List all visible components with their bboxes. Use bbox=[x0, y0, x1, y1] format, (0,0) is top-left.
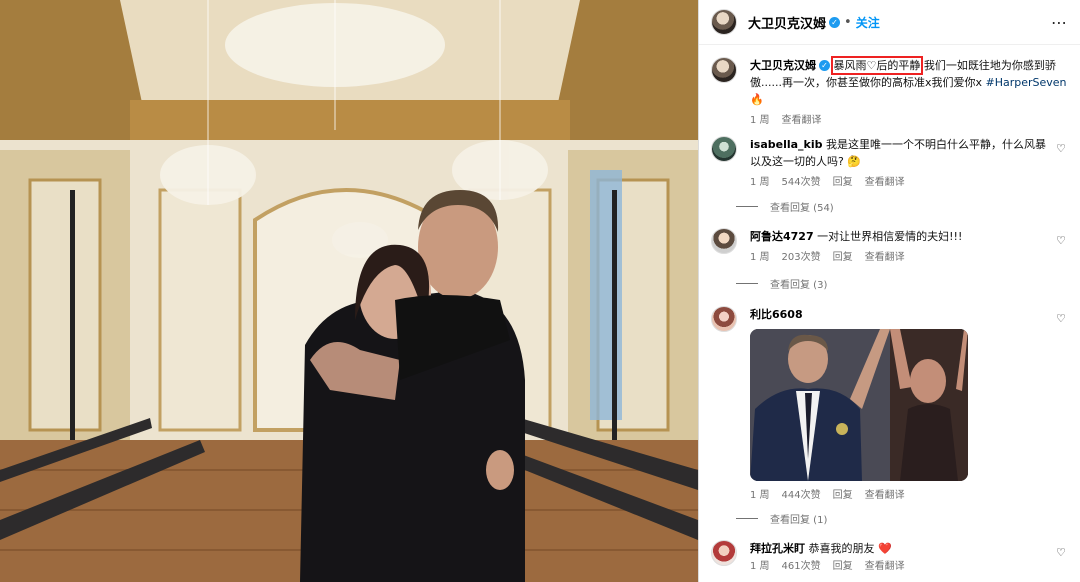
reply-button[interactable]: 回复 bbox=[833, 177, 853, 188]
verified-icon: ✓ bbox=[829, 16, 841, 28]
comment-username[interactable]: 拜拉孔米盯 bbox=[750, 542, 805, 555]
like-heart-icon[interactable]: ♡ bbox=[1056, 312, 1068, 325]
caption-avatar[interactable] bbox=[711, 57, 737, 83]
reply-button[interactable]: 回复 bbox=[833, 561, 853, 572]
replies-line bbox=[736, 206, 758, 207]
red-heart-emoji: ❤️ bbox=[878, 542, 892, 555]
author-avatar[interactable] bbox=[711, 9, 737, 35]
caption-highlight-text: 暴风雨♡后的平静 bbox=[830, 56, 924, 75]
comment-meta: 1 周 444次赞 回复 查看翻译 bbox=[750, 487, 1068, 504]
comment-username[interactable]: isabella_kib bbox=[750, 138, 823, 151]
comment-item: isabella_kib 我是这里唯一一个不明白什么平静，什么风暴以及这一切的人… bbox=[711, 136, 1068, 191]
comment-item: 阿鲁达4727 一对让世界相信爱情的夫妇!!! 1 周 203次赞 回复 查看翻译 ♡ bbox=[711, 228, 1068, 266]
view-replies-button[interactable]: 查看回复 (54) bbox=[736, 199, 834, 214]
caption-time: 1 周 bbox=[750, 115, 770, 126]
separator-dot: • bbox=[844, 14, 852, 30]
commenter-avatar[interactable] bbox=[711, 136, 737, 162]
translate-link[interactable]: 查看翻译 bbox=[865, 490, 905, 501]
comment-meta: 1 周 203次赞 回复 查看翻译 bbox=[750, 249, 1068, 266]
comment-time: 1 周 bbox=[750, 177, 770, 188]
author-username[interactable]: 大卫贝克汉姆 bbox=[748, 13, 826, 32]
comment-text: 恭喜我的朋友 bbox=[808, 542, 875, 555]
gif-scene bbox=[750, 329, 968, 481]
comment-meta: 1 周 461次赞 回复 查看翻译 bbox=[750, 558, 1068, 575]
view-replies-label[interactable]: 查看回复 (54) bbox=[770, 199, 834, 214]
comments-panel: 大卫贝克汉姆 ✓ • 关注 ⋯ 大卫贝克汉姆 ✓ 暴风雨♡后的平静 我们一如既往地… bbox=[698, 0, 1080, 582]
comment-likes[interactable]: 461次赞 bbox=[782, 561, 821, 572]
view-replies-button[interactable]: 查看回复 (3) bbox=[736, 276, 827, 291]
comment-gif-image[interactable] bbox=[750, 329, 968, 481]
caption-meta: 1 周 查看翻译 bbox=[750, 112, 1068, 129]
commenter-avatar[interactable] bbox=[711, 228, 737, 254]
view-replies-label[interactable]: 查看回复 (3) bbox=[770, 276, 827, 291]
photo-scene bbox=[0, 0, 698, 582]
commenter-avatar[interactable] bbox=[711, 540, 737, 566]
view-replies-button[interactable]: 查看回复 (1) bbox=[736, 511, 827, 526]
comment-text: 一对让世界相信爱情的夫妇!!! bbox=[817, 230, 963, 243]
translate-link[interactable]: 查看翻译 bbox=[865, 252, 905, 263]
post-photo[interactable] bbox=[0, 0, 698, 582]
comment-likes[interactable]: 544次赞 bbox=[782, 177, 821, 188]
comment-time: 1 周 bbox=[750, 490, 770, 501]
reply-button[interactable]: 回复 bbox=[833, 490, 853, 501]
follow-button[interactable]: 关注 bbox=[856, 14, 880, 31]
comment-likes[interactable]: 444次赞 bbox=[782, 490, 821, 501]
hashtag-link[interactable]: #HarperSeven bbox=[986, 76, 1067, 89]
reply-button[interactable]: 回复 bbox=[833, 252, 853, 263]
comment-item: 利比6608 1 周 444次赞 回复 查看翻译 ♡ bbox=[711, 306, 1068, 504]
comment-likes[interactable]: 203次赞 bbox=[782, 252, 821, 263]
view-replies-label[interactable]: 查看回复 (1) bbox=[770, 511, 827, 526]
translate-link[interactable]: 查看翻译 bbox=[782, 115, 822, 126]
like-heart-icon[interactable]: ♡ bbox=[1056, 546, 1068, 559]
comment-time: 1 周 bbox=[750, 561, 770, 572]
replies-line bbox=[736, 518, 758, 519]
more-options-icon[interactable]: ⋯ bbox=[1051, 13, 1068, 32]
translate-link[interactable]: 查看翻译 bbox=[865, 177, 905, 188]
post-header: 大卫贝克汉姆 ✓ • 关注 ⋯ bbox=[699, 0, 1080, 45]
comment-username[interactable]: 阿鲁达4727 bbox=[750, 230, 814, 243]
caption: 大卫贝克汉姆 ✓ 暴风雨♡后的平静 我们一如既往地为你感到骄傲......再一次，… bbox=[711, 56, 1068, 129]
comment-item: 拜拉孔米盯 恭喜我的朋友 ❤️ 1 周 461次赞 回复 查看翻译 ♡ bbox=[711, 540, 1068, 575]
verified-icon: ✓ bbox=[819, 60, 830, 71]
replies-line bbox=[736, 283, 758, 284]
comment-time: 1 周 bbox=[750, 252, 770, 263]
like-heart-icon[interactable]: ♡ bbox=[1056, 142, 1068, 155]
comment-username[interactable]: 利比6608 bbox=[750, 308, 803, 321]
comment-meta: 1 周 544次赞 回复 查看翻译 bbox=[750, 174, 1050, 191]
like-heart-icon[interactable]: ♡ bbox=[1056, 234, 1068, 247]
commenter-avatar[interactable] bbox=[711, 306, 737, 332]
fire-emoji: 🔥 bbox=[750, 93, 764, 106]
translate-link[interactable]: 查看翻译 bbox=[865, 561, 905, 572]
caption-username[interactable]: 大卫贝克汉姆 bbox=[750, 59, 816, 72]
